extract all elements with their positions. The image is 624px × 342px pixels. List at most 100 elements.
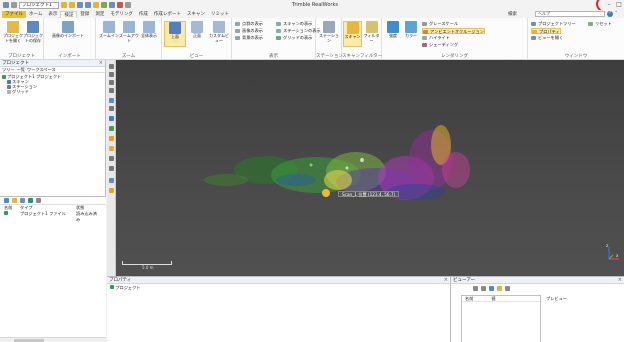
filter-button[interactable]: フィルター: [362, 21, 381, 47]
options-icon[interactable]: [505, 285, 510, 291]
color-button[interactable]: カラー: [402, 21, 420, 47]
open-view-button[interactable]: ビューを開く: [531, 35, 563, 41]
rotate-icon[interactable]: [109, 80, 114, 85]
group-label: ズーム: [121, 54, 136, 59]
ambient-occlusion-button[interactable]: アンビエントオクルージョン: [422, 28, 485, 34]
tab-limit[interactable]: リミット: [208, 11, 232, 18]
project-tree-button[interactable]: プロジェクトツリー: [531, 21, 576, 27]
station-marker-icon[interactable]: [322, 189, 330, 197]
select-icon[interactable]: [109, 64, 114, 69]
clip-icon[interactable]: [109, 166, 114, 171]
show-grid-button[interactable]: グリッドの表示: [276, 35, 312, 41]
add-icon[interactable]: [489, 285, 494, 291]
close-icon[interactable]: ×: [618, 277, 622, 284]
object-table: 名前 タイプ 状態 プロジェクト1 ファイル 読み込み済み: [0, 205, 106, 222]
grayscale-button[interactable]: グレースケール: [422, 21, 458, 27]
tab-workspace[interactable]: ワークスペース: [27, 67, 56, 72]
tab-file[interactable]: ファイル: [2, 11, 26, 18]
horizontal-scrollbar[interactable]: [0, 337, 106, 342]
group-label: プロジェクト: [8, 54, 35, 59]
highlight-button[interactable]: ハイライト: [422, 35, 450, 41]
tab-tree[interactable]: ツリー: [2, 67, 15, 72]
app-menu-icon[interactable]: [3, 2, 9, 8]
annotation-icon[interactable]: [109, 188, 114, 193]
add-icon[interactable]: [4, 198, 9, 203]
link-icon[interactable]: [28, 198, 33, 203]
station-button[interactable]: ステーション: [318, 21, 340, 47]
tab-view[interactable]: 表示: [45, 11, 60, 18]
show-scans-button[interactable]: スキャンの表示: [276, 21, 312, 27]
search-input[interactable]: ヘルプ: [535, 11, 605, 17]
filter-icon[interactable]: [20, 198, 25, 203]
scan-button[interactable]: スキャン: [343, 21, 362, 47]
properties-item[interactable]: プロジェクト: [107, 284, 450, 290]
folder-icon[interactable]: [93, 2, 99, 8]
zoom-icon[interactable]: [109, 88, 114, 93]
redo-icon[interactable]: [85, 2, 91, 8]
export-icon[interactable]: [109, 2, 115, 8]
zoom-out-button[interactable]: ズームアウト: [118, 21, 140, 47]
window-title: Trimble RealWorks: [292, 2, 338, 8]
properties-button[interactable]: プロパティ: [531, 28, 561, 34]
table-row[interactable]: プロジェクト1 ファイル 読み込み済み: [0, 211, 106, 222]
pan-icon[interactable]: [109, 72, 114, 77]
ribbon-group-zoom: ズームイン ズームアウト 全体表示 ズーム: [96, 18, 162, 60]
refresh-icon[interactable]: [101, 2, 107, 8]
tab-home[interactable]: ホーム: [26, 11, 45, 18]
tab-measure[interactable]: 測定: [92, 11, 107, 18]
next-icon[interactable]: [481, 285, 486, 291]
tab-create[interactable]: 作成: [136, 11, 151, 18]
shading-button[interactable]: シェーディング: [422, 42, 458, 48]
properties-panel: プロパティ × プロジェクト: [107, 277, 451, 342]
custom-view-button[interactable]: カスタムビュー: [208, 21, 230, 47]
settings-icon[interactable]: [125, 2, 131, 8]
intensity-button[interactable]: 強度: [384, 21, 402, 47]
zoom-in-button[interactable]: ズームイン: [98, 21, 120, 47]
import-image-button[interactable]: 画像のインポート: [48, 21, 88, 47]
front-view-button[interactable]: 正面: [186, 21, 208, 47]
fit-icon[interactable]: [109, 106, 114, 111]
save-project-button[interactable]: プロジェクトの保存: [22, 21, 44, 47]
folder-icon[interactable]: [497, 285, 502, 291]
section-icon[interactable]: [109, 178, 114, 183]
open-project-button[interactable]: プロジェクトを開く: [2, 21, 24, 47]
options-icon[interactable]: [36, 198, 41, 203]
show-images-button[interactable]: 画像の表示: [235, 28, 263, 34]
folder-icon[interactable]: [12, 198, 17, 203]
tab-scan[interactable]: スキャン: [184, 11, 208, 18]
ribbon-group-station: ステーション ステーション: [316, 18, 343, 60]
help-icon[interactable]: ?: [607, 11, 613, 17]
measure-icon[interactable]: [109, 126, 114, 131]
previous-icon[interactable]: [473, 285, 478, 291]
undo-icon[interactable]: [77, 2, 83, 8]
show-stations-button[interactable]: ステーションの表示: [276, 28, 321, 34]
layers-icon[interactable]: [109, 156, 114, 161]
ribbon-group-window: プロジェクトツリー プロパティ ビューを開く リセット ウィンドウ: [528, 18, 624, 60]
highlight-icon: [422, 36, 427, 40]
show-background-button[interactable]: 背景の表示: [235, 35, 263, 41]
light-icon[interactable]: [109, 146, 114, 151]
reset-layout-button[interactable]: リセット: [588, 21, 612, 27]
tab-modeling[interactable]: モデリング: [107, 11, 136, 18]
show-points-button[interactable]: 点群の表示: [235, 21, 263, 27]
3d-viewport[interactable]: Scan_1 位置 (123.4, 56.7) 5.0 m Z X: [116, 60, 624, 276]
stop-icon[interactable]: [117, 2, 123, 8]
ribbon-collapse-icon[interactable]: ˄: [615, 11, 618, 17]
tab-register[interactable]: 登録: [77, 11, 92, 18]
tab-report[interactable]: 作成レポート: [151, 11, 184, 18]
top-view-button[interactable]: 上面: [164, 21, 186, 47]
camera-icon[interactable]: [109, 98, 114, 103]
project-name-field[interactable]: プロジェクト1: [19, 1, 59, 9]
close-icon[interactable]: ×: [99, 60, 103, 67]
axis-label-x: X: [616, 254, 619, 258]
close-icon[interactable]: ×: [444, 277, 448, 284]
new-project-icon[interactable]: [11, 2, 17, 8]
tab-list[interactable]: 一覧: [17, 67, 25, 72]
save-icon[interactable]: [69, 2, 75, 8]
zoom-extents-button[interactable]: 全体表示: [138, 21, 160, 47]
tree-item[interactable]: グリッド: [2, 89, 103, 94]
warning-icon[interactable]: [109, 136, 114, 141]
tab-inspect[interactable]: 検証: [60, 11, 78, 18]
info-icon[interactable]: [109, 116, 114, 121]
open-icon[interactable]: [61, 2, 67, 8]
